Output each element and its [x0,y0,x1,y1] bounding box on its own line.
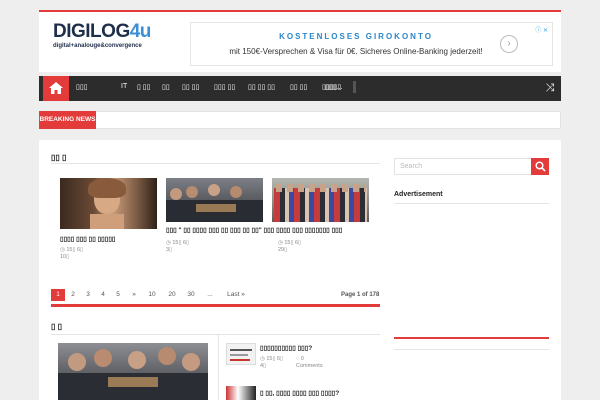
home-icon [49,82,63,94]
post-title[interactable]: ▯ ▯▯, ▯▯▯▯ ▯▯▯▯ ▯▯▯ ▯▯▯▯? [260,389,380,398]
page-10-link[interactable]: 10 [145,289,159,301]
search-input[interactable]: Search [394,158,532,175]
divider [218,335,219,400]
site-logo[interactable]: DIGILOG4u digital+analouge&convergence [53,22,151,50]
page-20-link[interactable]: 20 [165,289,179,301]
post-date: ◷ 15▯ 6▯ [60,247,84,253]
post-date: ◷ 15▯ 6▯ [278,240,302,246]
post-date: ◷ 15▯ 6▯ [166,240,190,246]
logo-accent-text: 4u [129,21,152,42]
post-thumbnail[interactable] [226,343,256,365]
block-2-header: ▯ ▯ [51,322,380,334]
post-comments-label[interactable]: Comments [296,363,323,370]
last-page-link[interactable]: Last » [222,289,250,301]
post-thumbnail[interactable] [166,178,263,222]
page-1-link[interactable]: 1 [51,289,65,301]
block-1-title: ▯▯ ▯ [51,153,71,162]
page-30-link[interactable]: 30 [184,289,198,301]
ad-widget-header: Advertisement [394,191,549,204]
block-2-title: ▯ ▯ [51,322,67,331]
nav-item-it[interactable]: IT [121,83,127,90]
post-title[interactable]: ▯▯▯▯ ▯▯▯ ▯▯ ▯▯▯▯▯ [60,235,158,244]
nav-item-8[interactable]: ▯▯ ▯▯ [290,83,307,91]
breaking-news-label: BREAKING NEWS [39,111,96,129]
block-1-header: ▯▯ ▯ [51,152,380,164]
ad-widget-title: Advertisement [394,191,443,198]
nav-item-3[interactable]: ▯ ▯▯ [137,83,151,91]
post-views: 3▯ [166,247,173,253]
nav-item-5[interactable]: ▯▯ ▯▯ [182,83,199,91]
nav-item-1[interactable]: ▯▯▯ [76,83,88,91]
page-3-link[interactable]: 3 [81,289,95,301]
post-views: 29▯ [278,247,288,253]
ad-choices-icon[interactable]: ⓘ ✕ [535,25,548,34]
nav-item-10[interactable]: ▯▯▯... [325,83,342,91]
post-thumbnail[interactable] [60,178,157,229]
sidebar-widget [394,349,549,400]
post-date: ◷ 15▯ 6▯ [260,356,284,362]
ad-title: KOSTENLOSES GIROKONTO [279,32,433,41]
post-comments-count[interactable]: ◌ 0 [296,356,304,363]
nav-home-button[interactable] [43,76,69,101]
page-2-link[interactable]: 2 [66,289,80,301]
nav-divider [353,81,356,93]
nav-item-7[interactable]: ▯▯ ▯▯ ▯▯ [248,83,275,91]
search-button[interactable] [531,158,549,175]
post-views: 4▯ [260,363,267,369]
ad-widget [394,204,549,339]
logo-tagline: digital+analouge&convergence [53,43,142,49]
search-icon [534,161,546,172]
ad-arrow-icon[interactable]: › [500,35,518,53]
post-thumbnail[interactable] [58,343,208,400]
next-page-link[interactable]: » [127,289,141,301]
post-thumbnail[interactable] [272,178,369,222]
header-ad-banner[interactable]: ⓘ ✕ KOSTENLOSES GIROKONTO mit 150€-Versp… [190,22,553,66]
ad-text: mit 150€-Versprechen & Visa für 0€. Sich… [229,47,483,56]
shuffle-icon[interactable]: ⤨ [539,76,561,101]
page-4-link[interactable]: 4 [96,289,110,301]
page-info: Page 1 of 178 [341,292,380,298]
post-views: 10▯ [60,254,70,260]
page-5-link[interactable]: 5 [111,289,125,301]
page-ellipsis: ... [207,291,213,298]
nav-item-6[interactable]: ▯▯▯ ▯▯ [214,83,235,91]
post-title[interactable]: ▯▯▯ " ▯▯ ▯▯▯▯ ▯▯▯ ▯▯ ▯▯▯ ▯▯ ▯▯" ▯▯▯ ▯▯▯▯… [166,226,382,235]
nav-item-4[interactable]: ▯▯ [162,83,170,91]
post-title[interactable]: ▯▯▯▯▯▯▯▯▯▯ ▯▯▯? [260,344,380,353]
logo-main-text: DIGILOG [53,21,130,42]
post-thumbnail[interactable] [226,386,256,400]
breaking-news-bar [39,111,561,129]
